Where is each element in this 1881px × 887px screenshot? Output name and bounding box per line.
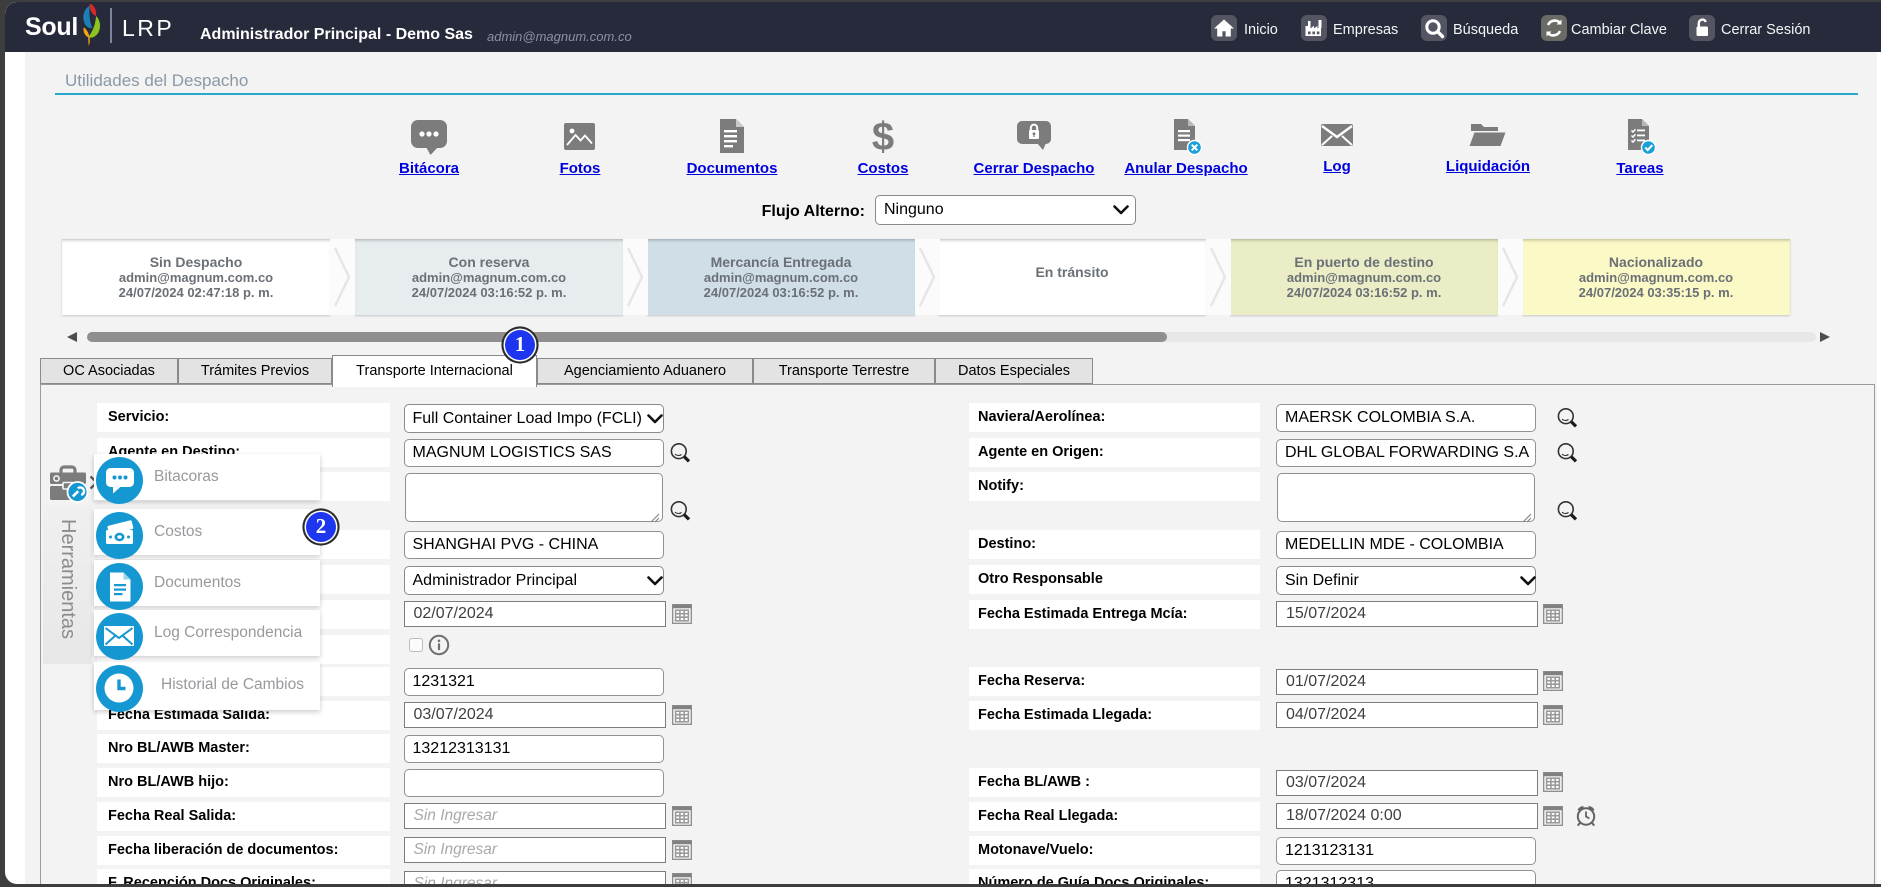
svg-text:$: $ bbox=[872, 116, 894, 156]
